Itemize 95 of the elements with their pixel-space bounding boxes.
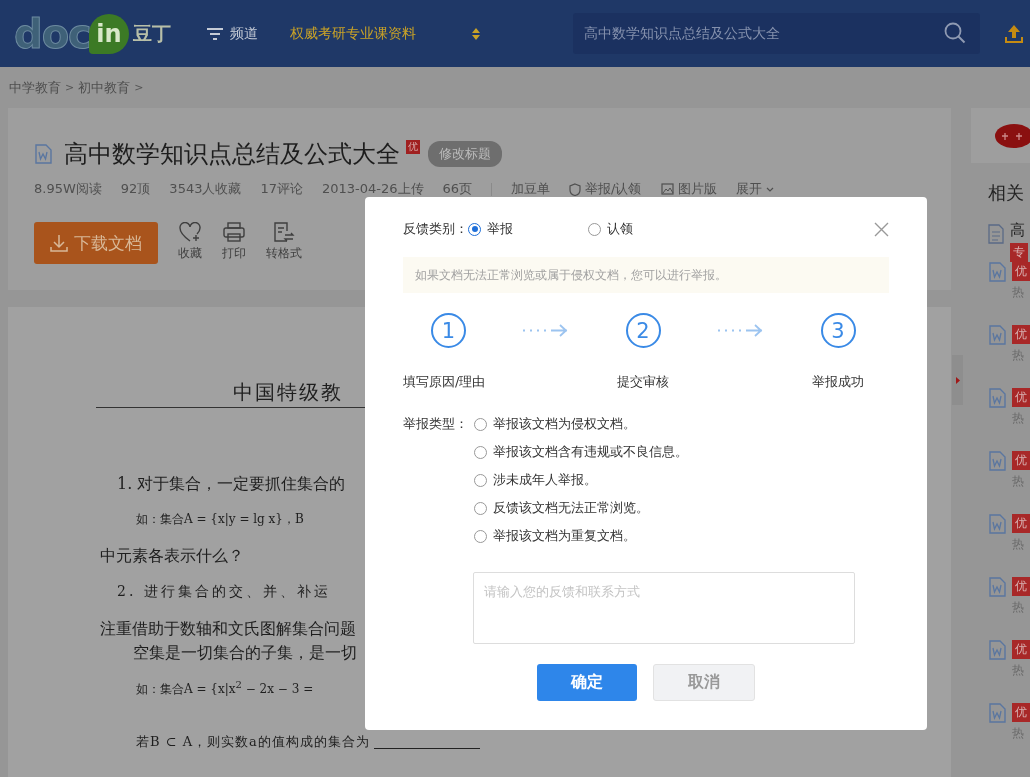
radio-label[interactable]: 涉未成年人举报。 (493, 471, 597, 489)
notice-text: 如果文档无法正常浏览或属于侵权文档，您可以进行举报。 (403, 257, 889, 293)
channel-link[interactable]: 频道 (230, 24, 258, 43)
breadcrumb-link[interactable]: 初中教育 (78, 78, 131, 97)
sidebar-toggle[interactable] (952, 355, 963, 405)
breadcrumb-separator: > (134, 81, 144, 94)
promo-link[interactable]: 权威考研专业课资料 (290, 24, 416, 43)
radio-label[interactable]: 举报 (487, 220, 513, 238)
quality-badge: 优 (1012, 703, 1030, 722)
search-icon (944, 22, 966, 44)
step-number: 3 (820, 313, 856, 348)
quality-badge: 优 (1012, 388, 1030, 407)
meta-action[interactable]: 加豆单 (511, 180, 551, 198)
close-button[interactable] (874, 221, 889, 237)
dotted-arrow-icon (522, 324, 569, 337)
word-document-icon (988, 388, 1006, 408)
quality-badge: 优 (1012, 325, 1030, 344)
tool-button[interactable]: 转格式 (266, 222, 302, 262)
menu-icon (206, 26, 224, 41)
document-convert-icon (273, 222, 295, 242)
sort-caret-icon[interactable] (472, 27, 480, 40)
document-stat: 2013-04-26上传 (322, 180, 424, 198)
quality-badge: 优 (1012, 262, 1030, 281)
formula-line: 如：集合A = {x|x$^{2}$ − 2x − 3 = (135, 679, 314, 698)
step-label: 填写原因/理由 (403, 373, 486, 391)
word-document-icon (988, 325, 1006, 345)
dotted-arrow-icon (717, 324, 764, 337)
logo-word: doc (14, 10, 91, 57)
word-document-icon (988, 640, 1006, 660)
logo-badge: in (88, 13, 129, 54)
quality-badge: 优 (406, 140, 420, 154)
page-text-line: 空集是一切集合的子集，是一切 (132, 643, 357, 664)
word-document-icon (988, 703, 1006, 723)
breadcrumb-separator: > (65, 81, 75, 94)
cancel-button[interactable]: 取消 (653, 664, 755, 701)
field-label: 举报类型： (403, 415, 468, 433)
field-label: 反馈类别： (403, 220, 468, 238)
quality-badge: 优 (1012, 514, 1030, 533)
meta-action[interactable]: 展开 (735, 180, 774, 198)
word-document-icon (988, 577, 1006, 597)
page-text-line: 若B ⊂ A，则实数a的值构成的集合为 (136, 733, 370, 751)
logo-icon (994, 122, 1030, 149)
radio-label[interactable]: 反馈该文档无法正常浏览。 (493, 499, 649, 517)
tool-button[interactable]: 收藏 (178, 222, 202, 262)
page-heading: 中国特级教 (232, 379, 343, 403)
meta-action[interactable]: 图片版 (660, 180, 717, 198)
upload-icon (1004, 23, 1024, 44)
document-icon (988, 224, 1004, 244)
step-label: 提交审核 (617, 373, 669, 391)
caret-icon (765, 186, 774, 192)
related-title[interactable]: 高 (1010, 221, 1025, 240)
topic-badge: 专 (1010, 243, 1028, 262)
page-text-line: 1. 对于集合，一定要抓住集合的 (116, 474, 346, 495)
triangle-right-icon (955, 376, 960, 384)
page-text-line: 注重借助于数轴和文氏图解集合问题 (99, 619, 356, 640)
quality-badge: 优 (1012, 451, 1030, 470)
radio-label[interactable]: 认领 (607, 220, 633, 238)
download-button[interactable]: 下载文档 (34, 222, 158, 264)
word-document-icon (34, 144, 52, 164)
logo-name: 豆丁 (132, 20, 171, 46)
upload-button[interactable] (1004, 23, 1024, 44)
word-document-icon (988, 451, 1006, 471)
document-title: 高中数学知识点总结及公式大全 (64, 139, 400, 170)
edit-title-button[interactable]: 修改标题 (428, 141, 502, 167)
quality-badge: 优 (1012, 640, 1030, 659)
document-stat: 3543人收藏 (169, 180, 242, 198)
formula-line: 如：集合A = {x|y = lg x}，B (135, 511, 304, 528)
word-document-icon (988, 262, 1006, 282)
document-stat: 17评论 (260, 180, 303, 198)
image-icon (660, 183, 674, 195)
breadcrumb-link[interactable]: 中学教育 (9, 78, 61, 97)
close-icon (874, 221, 889, 237)
meta-action[interactable]: 举报/认领 (569, 180, 642, 198)
related-heading: 相关 (988, 181, 1025, 205)
page-text-line: 2. 进行集合的交、并、补运 (116, 583, 331, 601)
radio-label[interactable]: 举报该文档为侵权文档。 (493, 415, 636, 433)
document-stat: 66页 (442, 180, 473, 198)
quality-badge: 优 (1012, 577, 1030, 596)
radio-label[interactable]: 举报该文档为重复文档。 (493, 527, 636, 545)
search-button[interactable] (944, 22, 966, 44)
shield-icon (569, 182, 582, 196)
document-stat: 92顶 (120, 180, 151, 198)
radio-label[interactable]: 举报该文档含有违规或不良信息。 (493, 443, 688, 461)
tool-button[interactable]: 打印 (222, 222, 246, 262)
search-field[interactable]: 高中数学知识点总结及公式大全 (573, 13, 980, 54)
step-number: 2 (625, 313, 661, 348)
confirm-button[interactable]: 确定 (537, 664, 637, 701)
page-text-line: 中元素各表示什么？ (99, 546, 244, 567)
heart-plus-icon (179, 222, 201, 242)
download-icon (50, 234, 68, 252)
step-label: 举报成功 (812, 373, 864, 391)
word-document-icon (988, 514, 1006, 534)
step-number: 1 (431, 313, 466, 348)
printer-icon (223, 222, 245, 242)
document-stat: 8.95W阅读 (34, 180, 102, 198)
